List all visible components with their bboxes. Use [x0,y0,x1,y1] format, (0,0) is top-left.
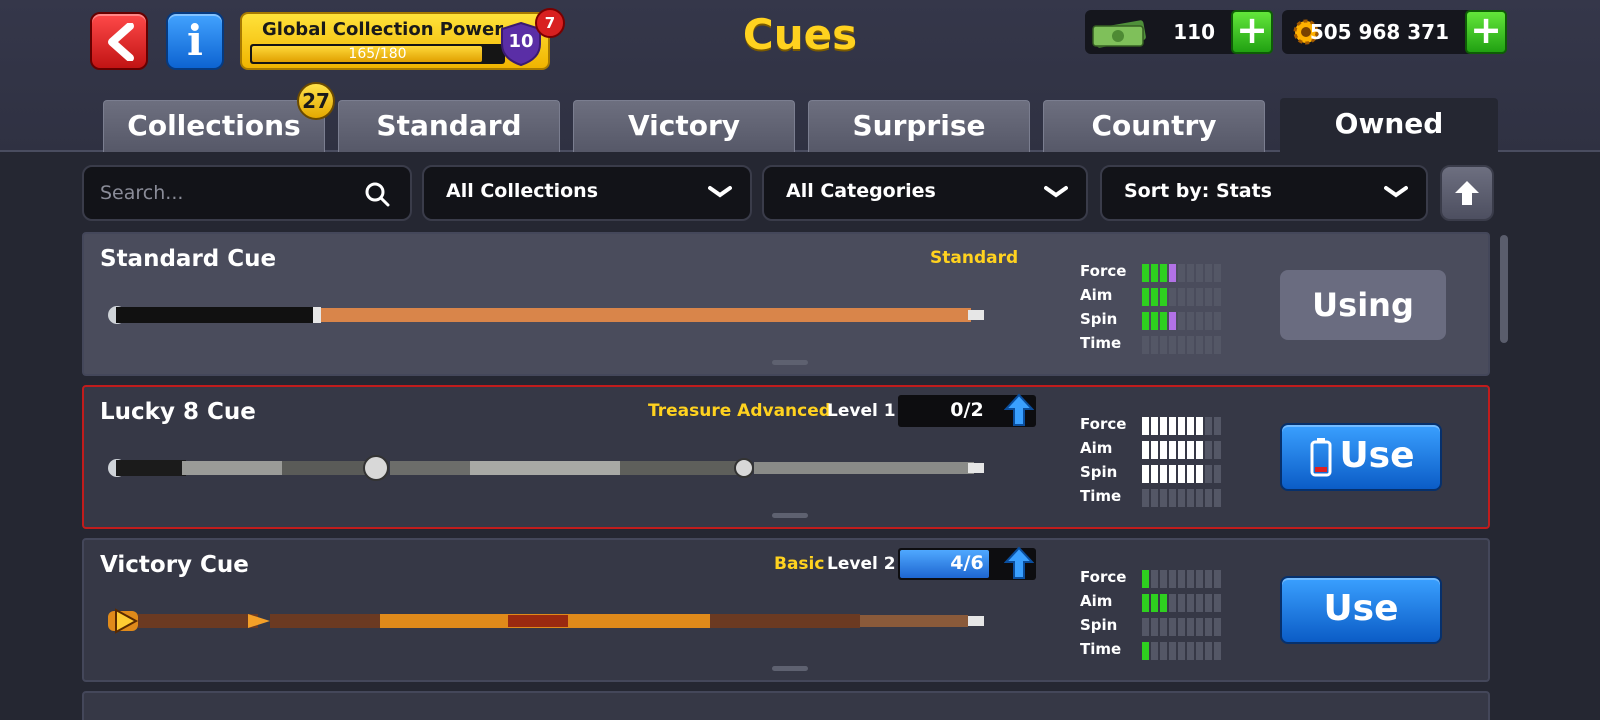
use-button[interactable]: Use [1280,576,1442,644]
cue-image [108,455,984,481]
scrollbar-thumb[interactable] [1500,235,1508,343]
tab-collections[interactable]: Collections [103,100,325,152]
cue-card-lucky-8[interactable]: Lucky 8 Cue Treasure Advanced Level 1 0/… [82,385,1490,529]
use-button-label: Use [1339,435,1415,476]
force-bar [1142,264,1230,282]
cue-category: Basic [774,554,825,574]
cash-icon [1092,20,1146,48]
stat-label-force: Force [1080,568,1127,586]
cue-level: Level 2 [827,554,896,574]
collection-level: 10 [508,31,534,52]
stat-label-aim: Aim [1080,592,1113,610]
force-bar [1142,417,1230,435]
upgrade-arrow-icon[interactable] [1004,393,1034,427]
collections-badge: 27 [297,82,335,120]
cash-counter: 110 + [1085,8,1273,54]
time-bar [1142,336,1230,354]
chevron-down-icon [1044,186,1068,198]
page-title: Cues [742,10,858,59]
use-button[interactable]: Use [1280,423,1442,491]
sort-direction-button[interactable] [1440,165,1494,221]
aim-bar [1142,594,1230,612]
search-input[interactable] [100,179,350,207]
stat-label-spin: Spin [1080,616,1118,634]
tab-victory[interactable]: Victory [573,100,795,152]
plus-icon: + [1236,8,1268,52]
spin-bar [1142,618,1230,636]
cue-name: Standard Cue [100,246,277,272]
collection-power-value: 165/180 [348,46,407,62]
sort-dropdown[interactable]: Sort by: Stats [1100,165,1428,221]
stat-label-force: Force [1080,262,1127,280]
stat-label-time: Time [1080,640,1122,658]
collection-power-label: Global Collection Power [262,19,504,40]
use-button-label: Use [1323,588,1399,629]
info-button[interactable]: i [166,12,224,70]
coins-value: 505 968 371 [1309,20,1449,44]
arrow-up-icon [1455,181,1479,205]
cash-value: 110 [1173,20,1215,44]
spin-bar [1142,465,1230,483]
stat-label-spin: Spin [1080,310,1118,328]
back-arrow-icon [108,23,134,61]
force-bar [1142,570,1230,588]
back-button[interactable] [90,12,148,70]
cue-category: Standard [930,248,1019,268]
expand-handle[interactable] [772,513,808,518]
search-icon[interactable] [364,181,390,207]
categories-dropdown-label: All Categories [786,180,936,202]
tab-surprise[interactable]: Surprise [808,100,1030,152]
sort-dropdown-label: Sort by: Stats [1124,180,1272,202]
collections-dropdown[interactable]: All Collections [422,165,752,221]
stat-label-aim: Aim [1080,439,1113,457]
expand-handle[interactable] [772,360,808,365]
cue-card-partial[interactable] [82,691,1490,720]
collection-power-bar: 165/180 [250,44,505,64]
time-bar [1142,489,1230,507]
stat-label-spin: Spin [1080,463,1118,481]
spin-bar [1142,312,1230,330]
chevron-down-icon [708,186,732,198]
using-button[interactable]: Using [1280,270,1446,340]
categories-dropdown[interactable]: All Categories [762,165,1088,221]
cue-card-standard[interactable]: Standard Cue Standard Force Aim Spin Tim… [82,232,1490,376]
cue-category: Treasure Advanced [648,401,831,421]
tab-standard[interactable]: Standard [338,100,560,152]
aim-bar [1142,441,1230,459]
cue-image [108,608,984,634]
add-cash-button[interactable]: + [1231,8,1273,54]
tab-country[interactable]: Country [1043,100,1265,152]
cue-image [108,306,984,324]
chevron-down-icon [1384,186,1408,198]
expand-handle[interactable] [772,666,808,671]
search-box [82,165,412,221]
aim-bar [1142,288,1230,306]
cue-level: Level 1 [827,401,896,421]
add-coins-button[interactable]: + [1465,8,1507,54]
notification-badge: 7 [535,8,565,38]
tab-owned[interactable]: Owned [1280,98,1498,158]
stat-label-time: Time [1080,334,1122,352]
stat-label-aim: Aim [1080,286,1113,304]
cue-card-victory[interactable]: Victory Cue Basic Level 2 4/6 Force Aim … [82,538,1490,682]
coins-counter: 505 968 371 + [1282,8,1507,54]
time-bar [1142,642,1230,660]
plus-icon: + [1470,8,1502,52]
info-icon: i [187,16,203,65]
upgrade-arrow-icon[interactable] [1004,546,1034,580]
stat-label-time: Time [1080,487,1122,505]
stat-label-force: Force [1080,415,1127,433]
cue-name: Lucky 8 Cue [100,399,256,425]
cue-name: Victory Cue [100,552,249,578]
collections-dropdown-label: All Collections [446,180,598,202]
